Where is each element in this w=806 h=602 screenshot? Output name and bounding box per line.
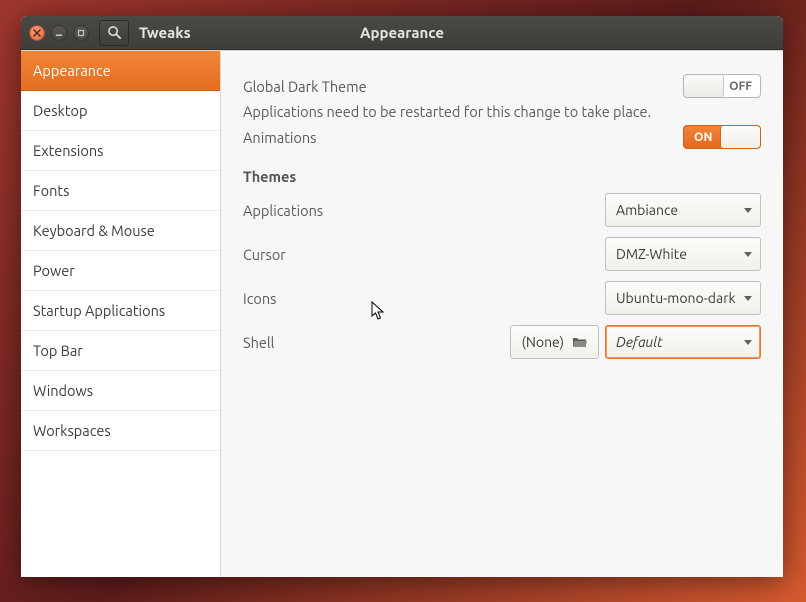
combo-value: Default <box>616 334 663 350</box>
icons-theme-label: Icons <box>243 290 276 307</box>
sidebar-item-label: Windows <box>33 382 93 399</box>
sidebar-item-label: Startup Applications <box>33 302 165 319</box>
close-icon <box>33 29 41 37</box>
search-button[interactable] <box>99 20 129 46</box>
sidebar-item-label: Keyboard & Mouse <box>33 222 155 239</box>
sidebar-item-label: Workspaces <box>33 422 111 439</box>
tweaks-window: Tweaks Appearance Appearance Desktop Ext… <box>21 16 783 577</box>
sidebar-item-windows[interactable]: Windows <box>21 371 220 411</box>
sidebar-item-label: Desktop <box>33 102 87 119</box>
chevron-down-icon <box>744 340 752 345</box>
folder-open-icon <box>572 335 588 349</box>
sidebar-item-label: Extensions <box>33 142 103 159</box>
themes-header: Themes <box>243 168 761 185</box>
shell-theme-file-button[interactable]: (None) <box>510 325 599 359</box>
switch-on-text: ON <box>694 131 712 144</box>
window-body: Appearance Desktop Extensions Fonts Keyb… <box>21 50 783 577</box>
maximize-button[interactable] <box>73 25 89 41</box>
app-title: Tweaks <box>139 24 191 41</box>
page-title: Appearance <box>21 24 783 41</box>
sidebar-item-top-bar[interactable]: Top Bar <box>21 331 220 371</box>
row-applications-theme: Applications Ambiance <box>243 193 761 227</box>
sidebar-item-appearance[interactable]: Appearance <box>21 51 220 91</box>
applications-theme-label: Applications <box>243 202 323 219</box>
row-global-dark-theme: Global Dark Theme OFF <box>243 69 761 103</box>
chevron-down-icon <box>744 296 752 301</box>
shell-theme-combo[interactable]: Default <box>605 325 761 359</box>
sidebar-item-desktop[interactable]: Desktop <box>21 91 220 131</box>
file-button-label: (None) <box>521 334 564 350</box>
combo-value: Ubuntu-mono-dark <box>616 290 736 306</box>
content-pane: Global Dark Theme OFF Applications need … <box>221 51 783 577</box>
switch-off-text: OFF <box>729 80 752 93</box>
row-shell-theme: Shell (None) Default <box>243 325 761 359</box>
sidebar-item-label: Fonts <box>33 182 69 199</box>
titlebar: Tweaks Appearance <box>21 16 783 50</box>
sidebar-item-power[interactable]: Power <box>21 251 220 291</box>
row-animations: Animations ON <box>243 120 761 154</box>
sidebar-item-label: Top Bar <box>33 342 83 359</box>
sidebar-item-label: Appearance <box>33 62 111 79</box>
sidebar-item-extensions[interactable]: Extensions <box>21 131 220 171</box>
row-cursor-theme: Cursor DMZ-White <box>243 237 761 271</box>
animations-label: Animations <box>243 129 316 146</box>
minimize-button[interactable] <box>51 25 67 41</box>
chevron-down-icon <box>744 208 752 213</box>
combo-value: DMZ-White <box>616 246 687 262</box>
animations-switch[interactable]: ON <box>683 125 761 149</box>
icons-theme-combo[interactable]: Ubuntu-mono-dark <box>605 281 761 315</box>
combo-value: Ambiance <box>616 202 678 218</box>
sidebar-item-label: Power <box>33 262 75 279</box>
maximize-icon <box>77 29 85 37</box>
global-dark-theme-hint: Applications need to be restarted for th… <box>243 103 761 120</box>
chevron-down-icon <box>744 252 752 257</box>
close-button[interactable] <box>29 25 45 41</box>
global-dark-theme-switch[interactable]: OFF <box>683 74 761 98</box>
applications-theme-combo[interactable]: Ambiance <box>605 193 761 227</box>
sidebar: Appearance Desktop Extensions Fonts Keyb… <box>21 51 221 577</box>
cursor-theme-combo[interactable]: DMZ-White <box>605 237 761 271</box>
minimize-icon <box>55 29 63 37</box>
shell-theme-label: Shell <box>243 334 274 351</box>
sidebar-item-fonts[interactable]: Fonts <box>21 171 220 211</box>
window-controls <box>21 25 89 41</box>
sidebar-item-keyboard-mouse[interactable]: Keyboard & Mouse <box>21 211 220 251</box>
row-icons-theme: Icons Ubuntu-mono-dark <box>243 281 761 315</box>
cursor-theme-label: Cursor <box>243 246 286 263</box>
sidebar-item-workspaces[interactable]: Workspaces <box>21 411 220 451</box>
search-icon <box>107 25 122 40</box>
global-dark-theme-label: Global Dark Theme <box>243 78 367 95</box>
sidebar-item-startup-applications[interactable]: Startup Applications <box>21 291 220 331</box>
